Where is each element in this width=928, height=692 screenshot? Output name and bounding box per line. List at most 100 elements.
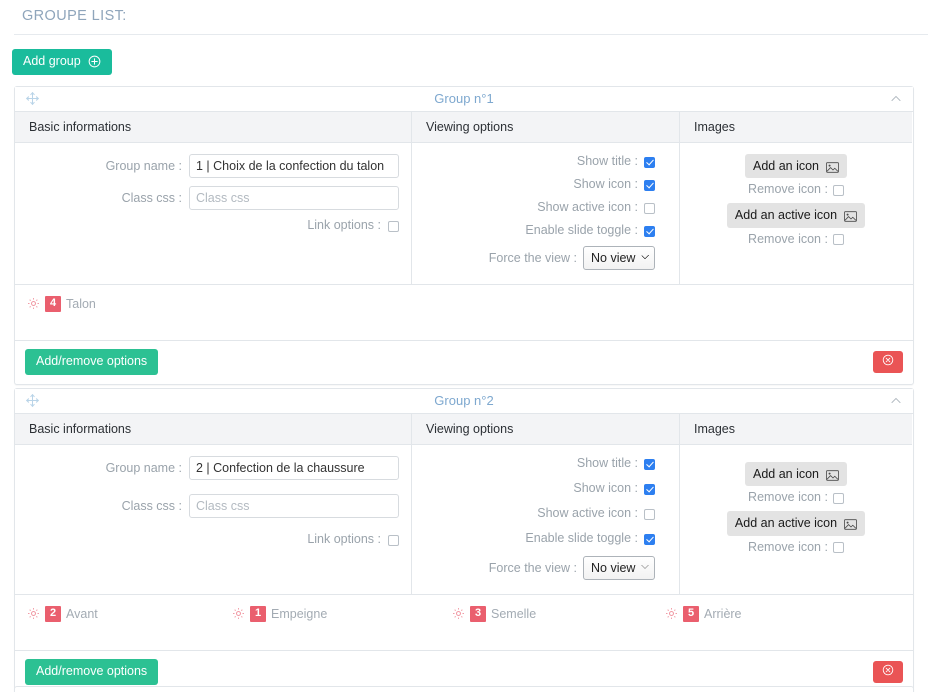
option-badge: 3 [470, 606, 486, 622]
enable-slide-toggle-checkbox[interactable] [644, 225, 655, 237]
show-title-checkbox[interactable] [644, 156, 655, 168]
add-an-icon-button[interactable]: Add an icon [744, 154, 848, 179]
link-options-row: Link options : [27, 532, 399, 546]
class-css-label: Class css : [121, 191, 182, 205]
option-badge: 5 [683, 606, 699, 622]
remove-active-icon-row: Remove icon : [692, 540, 900, 554]
group-panel-header: Group n°1 [15, 87, 913, 112]
remove-icon-label: Remove icon : [748, 182, 828, 197]
remove-active-icon-label: Remove icon : [748, 539, 828, 554]
enable-slide-toggle-label: Enable slide toggle : [525, 531, 638, 545]
options-strip: 4 Talon [15, 284, 913, 340]
remove-icon-checkbox[interactable] [832, 184, 844, 196]
class-css-input[interactable] [189, 494, 399, 518]
option-item[interactable]: 5 Arrière [665, 606, 742, 622]
link-options-label: Link options : [307, 532, 381, 546]
group-name-label: Group name : [105, 461, 182, 475]
show-active-icon-row: Show active icon : [424, 200, 667, 214]
add-remove-options-button[interactable]: Add/remove options [25, 349, 159, 375]
column-images: Images Add an icon Remove icon: Add an … [680, 112, 912, 284]
image-icon [826, 469, 839, 481]
show-icon-checkbox[interactable] [644, 483, 655, 495]
force-the-view-select[interactable]: No view [583, 246, 655, 270]
column-header-images: Images [680, 414, 912, 445]
image-icon [844, 518, 857, 530]
show-icon-label: Show icon : [573, 481, 638, 495]
show-title-row: Show title : [424, 154, 667, 168]
group-columns: Basic informations Group name : Class cs… [15, 414, 913, 594]
link-options-checkbox[interactable] [388, 534, 399, 546]
option-item[interactable]: 2 Avant [27, 606, 232, 622]
column-viewing-options: Viewing options Show title : Show icon :… [412, 414, 680, 594]
show-active-icon-checkbox[interactable] [644, 508, 655, 520]
add-active-icon-row: Add an active icon [692, 203, 900, 228]
delete-group-button[interactable] [873, 660, 903, 683]
add-active-icon-row: Add an active icon [692, 511, 900, 536]
force-the-view-row: Force the view : No view [424, 246, 667, 270]
show-title-row: Show title : [424, 456, 667, 470]
group-name-input[interactable] [189, 456, 399, 480]
remove-icon-label: Remove icon : [748, 490, 828, 505]
x-circle-icon [882, 354, 894, 369]
column-header-viewing: Viewing options [412, 112, 679, 143]
column-images: Images Add an icon Remove icon: Add an … [680, 414, 912, 594]
option-name: Talon [66, 296, 96, 311]
force-the-view-select[interactable]: No view [583, 556, 655, 580]
remove-icon-checkbox[interactable] [832, 492, 844, 504]
add-remove-options-button[interactable]: Add/remove options [25, 659, 159, 685]
show-icon-label: Show icon : [573, 177, 638, 191]
option-item[interactable]: 1 Empeigne [232, 606, 452, 622]
remove-icon-row: Remove icon : [692, 490, 900, 504]
group-panel-header: Group n°2 [15, 389, 913, 414]
column-header-basic: Basic informations [15, 112, 411, 143]
column-header-images: Images [680, 112, 912, 143]
delete-group-button[interactable] [873, 350, 903, 373]
gear-icon[interactable] [452, 607, 465, 620]
option-item[interactable]: 3 Semelle [452, 606, 665, 622]
add-group-button[interactable]: Add group [12, 49, 112, 75]
add-an-active-icon-button[interactable]: Add an active icon [726, 203, 866, 228]
remove-active-icon-checkbox[interactable] [832, 234, 844, 245]
class-css-row: Class css : [27, 494, 399, 518]
add-an-active-icon-button[interactable]: Add an active icon [726, 511, 866, 536]
show-active-icon-checkbox[interactable] [644, 202, 655, 214]
remove-active-icon-label: Remove icon : [748, 231, 828, 246]
gear-icon[interactable] [27, 607, 40, 620]
column-header-viewing: Viewing options [412, 414, 679, 445]
enable-slide-toggle-checkbox[interactable] [644, 533, 655, 545]
add-icon-row: Add an icon [692, 154, 900, 179]
gear-icon[interactable] [27, 297, 40, 310]
group-name-input[interactable] [189, 154, 399, 178]
enable-slide-toggle-row: Enable slide toggle : [424, 531, 667, 545]
class-css-input[interactable] [189, 186, 399, 210]
option-name: Empeigne [271, 606, 328, 621]
class-css-row: Class css : [27, 186, 399, 210]
show-title-label: Show title : [576, 456, 638, 470]
link-options-checkbox[interactable] [388, 220, 399, 232]
column-viewing-options: Viewing options Show title : Show icon :… [412, 112, 680, 284]
option-badge: 2 [45, 606, 61, 622]
gear-icon[interactable] [232, 607, 245, 620]
gear-icon[interactable] [665, 607, 678, 620]
option-badge: 4 [45, 296, 61, 312]
chevron-up-icon[interactable] [889, 394, 903, 407]
chevron-up-icon[interactable] [889, 92, 903, 105]
show-title-checkbox[interactable] [644, 458, 655, 470]
option-item[interactable]: 4 Talon [27, 296, 232, 312]
group-name-row: Group name : [27, 456, 399, 480]
title-divider [14, 34, 928, 35]
add-an-icon-button[interactable]: Add an icon [744, 462, 848, 487]
add-icon-row: Add an icon [692, 462, 900, 487]
option-name: Avant [66, 606, 98, 621]
column-header-basic: Basic informations [15, 414, 411, 445]
show-active-icon-label: Show active icon : [537, 506, 638, 520]
column-basic-informations: Basic informations Group name : Class cs… [15, 112, 412, 284]
remove-active-icon-checkbox[interactable] [832, 542, 844, 553]
groupe-list-page: GROUPE LIST: Add group Group n°1 Basic i… [0, 0, 928, 692]
group-panel-next [14, 686, 914, 692]
remove-icon-row: Remove icon : [692, 182, 900, 196]
show-icon-checkbox[interactable] [644, 179, 655, 191]
add-group-label: Add group [23, 54, 81, 69]
column-basic-informations: Basic informations Group name : Class cs… [15, 414, 412, 594]
force-the-view-row: Force the view : No view [424, 556, 667, 580]
